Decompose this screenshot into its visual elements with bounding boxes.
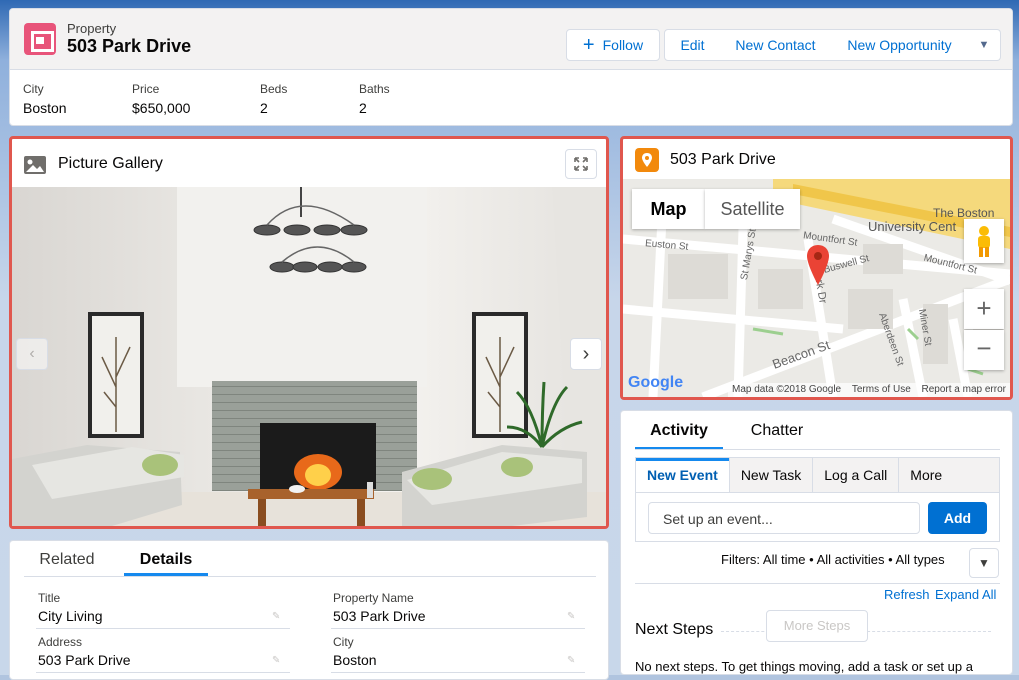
terms-link[interactable]: Terms of Use: [852, 384, 911, 396]
highlight-baths: Baths 2: [359, 82, 390, 116]
divider: [331, 672, 585, 673]
picture-gallery-card: Picture Gallery ‹ ›: [9, 136, 609, 529]
highlight-beds: Beds 2: [260, 82, 288, 116]
object-type: Property: [67, 21, 117, 36]
tab-related[interactable]: Related: [24, 551, 110, 569]
map-card: 503 Park Drive Map Satellite The Boston …: [620, 136, 1013, 400]
property-icon: [24, 23, 56, 55]
record-name: 503 Park Drive: [67, 36, 192, 56]
zoom-in-button[interactable]: +: [964, 289, 1004, 329]
street-view-button[interactable]: [964, 219, 1004, 263]
highlight-city: City Boston: [23, 82, 67, 116]
edit-pencil-icon[interactable]: ✎: [567, 655, 575, 666]
field-label-address: Address: [38, 635, 83, 649]
map-marker-icon: [807, 245, 829, 285]
divider: [36, 672, 290, 673]
map-footer: Map data ©2018 Google Terms of Use Repor…: [728, 383, 1010, 397]
expand-button[interactable]: [565, 149, 597, 179]
subtab-log-call[interactable]: Log a Call: [812, 458, 898, 492]
plus-icon: +: [976, 293, 992, 323]
edit-pencil-icon[interactable]: ✎: [272, 655, 280, 666]
plus-icon: +: [582, 34, 595, 56]
field-label-property-name: Property Name: [333, 591, 414, 605]
field-value-title: City Living: [38, 608, 103, 624]
pegman-icon: [978, 226, 990, 257]
divider: [635, 449, 1000, 450]
map-data-text: Map data ©2018 Google: [732, 384, 842, 395]
subtab-new-event[interactable]: New Event: [636, 458, 729, 492]
add-button[interactable]: Add: [928, 502, 987, 534]
new-opportunity-button[interactable]: New Opportunity: [831, 29, 969, 61]
divider: [36, 628, 290, 629]
new-contact-button[interactable]: New Contact: [720, 29, 832, 61]
subtab-new-task[interactable]: New Task: [728, 458, 812, 492]
highlight-price: Price $650,000: [132, 82, 191, 116]
map-view[interactable]: Map Satellite The Boston University Cent…: [623, 179, 1010, 397]
more-steps-button[interactable]: More Steps: [766, 610, 868, 642]
map-label: The Boston: [933, 206, 995, 220]
field-value-address: 503 Park Drive: [38, 652, 131, 668]
expand-all-link[interactable]: Expand All: [935, 587, 996, 602]
publisher-tabs: New Event New Task Log a Call More: [635, 457, 1000, 493]
map-tab-satellite[interactable]: Satellite: [705, 189, 800, 229]
map-label: University Cent: [868, 219, 957, 234]
gallery-image: ‹ ›: [12, 187, 606, 526]
next-steps-heading: Next Steps: [635, 621, 714, 638]
next-image-button[interactable]: ›: [570, 338, 602, 370]
more-actions-dropdown[interactable]: ▼: [968, 29, 1001, 61]
record-header: Property 503 Park Drive + Follow Edit New…: [9, 8, 1013, 126]
tab-chatter[interactable]: Chatter: [737, 422, 817, 440]
chevron-left-icon: ‹: [29, 345, 35, 362]
activity-card: Activity Chatter New Event New Task Log …: [620, 410, 1013, 675]
field-label-city: City: [333, 635, 354, 649]
gallery-title: Picture Gallery: [58, 155, 163, 172]
follow-button[interactable]: + Follow: [566, 29, 660, 61]
tab-details[interactable]: Details: [124, 551, 208, 576]
tab-activity[interactable]: Activity: [635, 422, 723, 450]
field-value-city: Boston: [333, 652, 377, 668]
details-card: Related Details Title City Living ✎ Prop…: [9, 540, 609, 680]
edit-button[interactable]: Edit: [664, 29, 721, 61]
expand-icon: [574, 157, 588, 171]
previous-image-button[interactable]: ‹: [16, 338, 48, 370]
edit-pencil-icon[interactable]: ✎: [567, 611, 575, 622]
divider: [635, 583, 1000, 584]
map-tab-map[interactable]: Map: [632, 189, 705, 229]
filter-button[interactable]: ▼: [969, 548, 999, 578]
event-input[interactable]: Set up an event...: [648, 502, 920, 534]
divider: [331, 628, 585, 629]
field-label-title: Title: [38, 591, 61, 605]
chevron-down-icon: ▼: [978, 39, 990, 51]
refresh-link[interactable]: Refresh: [884, 587, 930, 602]
field-value-property-name: 503 Park Drive: [333, 608, 426, 624]
divider: [24, 576, 596, 577]
edit-pencil-icon[interactable]: ✎: [272, 611, 280, 622]
filters-text: Filters: All time • All activities • All…: [721, 552, 945, 567]
filter-icon: ▼: [978, 556, 990, 570]
map-pin-icon: [635, 148, 659, 172]
google-logo: Google: [628, 374, 684, 391]
chevron-right-icon: ›: [582, 343, 590, 365]
image-icon: [24, 156, 46, 174]
zoom-out-button[interactable]: −: [964, 330, 1004, 370]
report-error-link[interactable]: Report a map error: [922, 384, 1006, 396]
map-title: 503 Park Drive: [670, 151, 776, 168]
no-steps-text: No next steps. To get things moving, add…: [635, 659, 973, 674]
minus-icon: −: [976, 333, 992, 363]
subtab-more[interactable]: More: [898, 458, 953, 492]
